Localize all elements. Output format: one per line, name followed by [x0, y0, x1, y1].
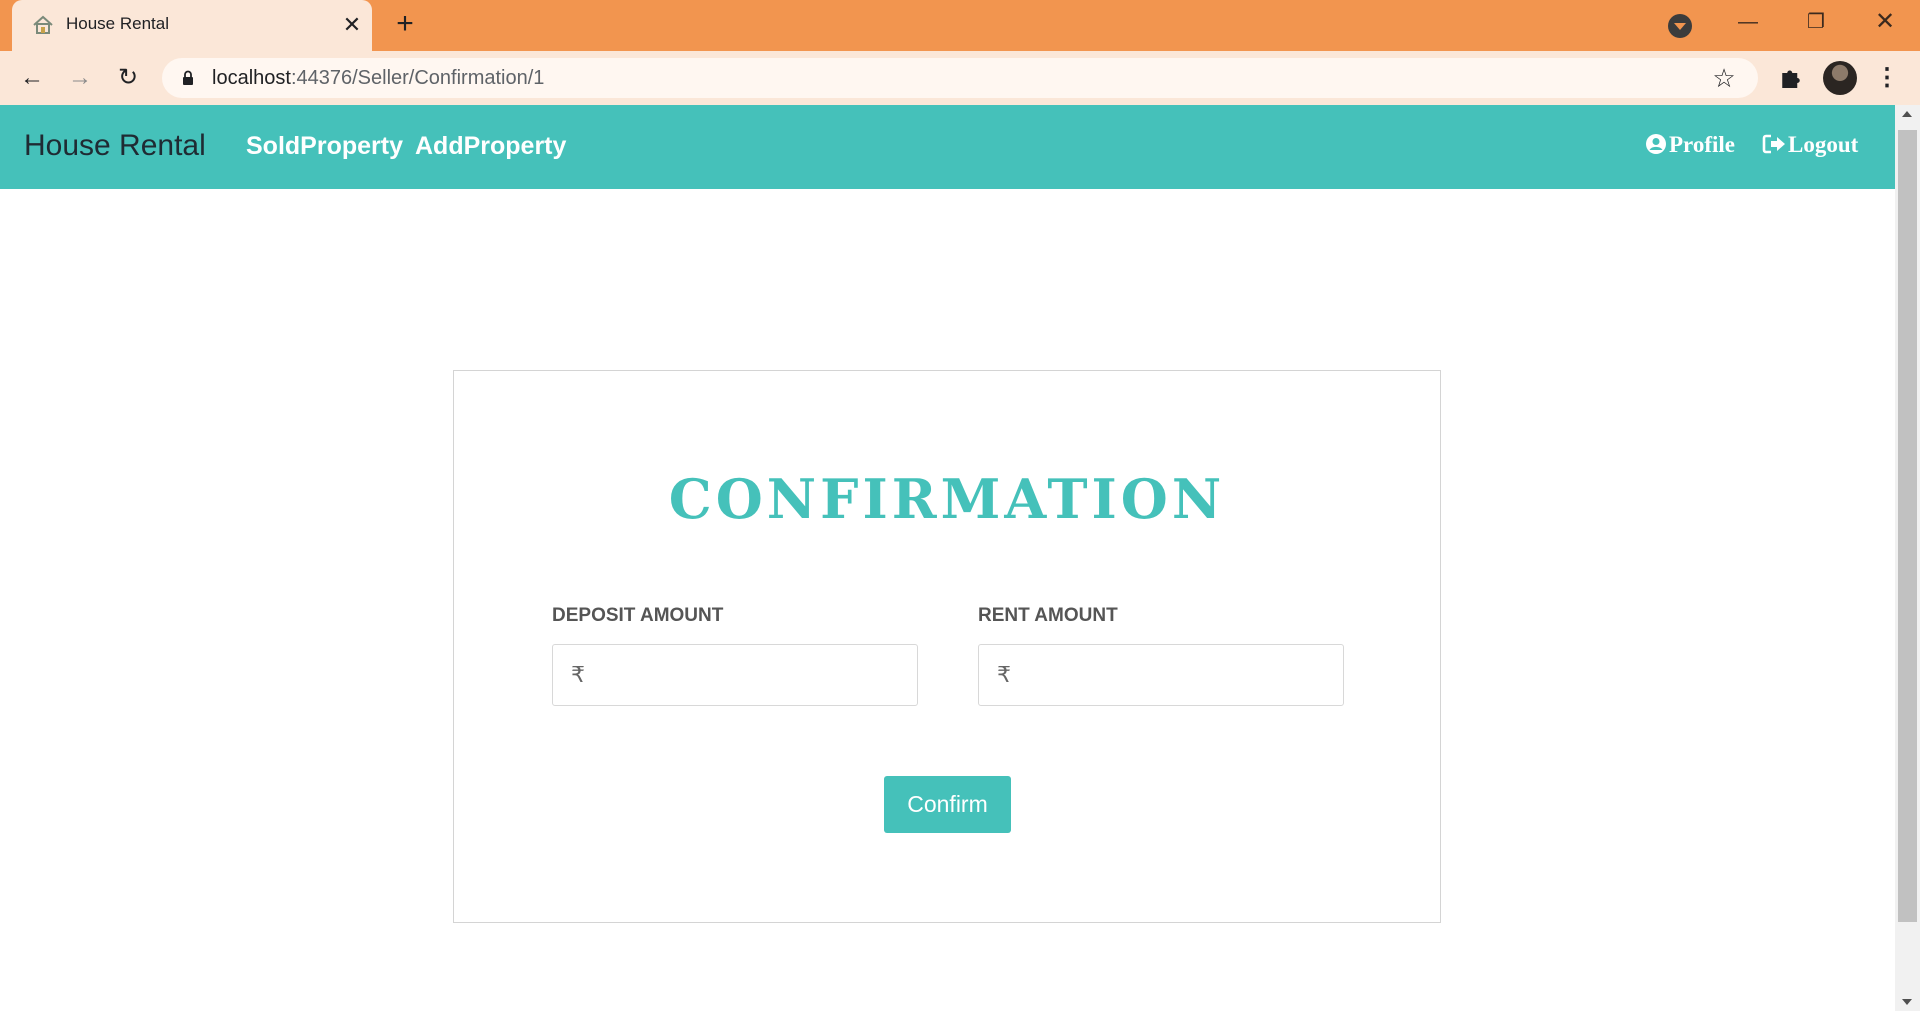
- rupee-icon: ₹: [571, 662, 585, 687]
- tab-title: House Rental: [66, 14, 170, 33]
- brand-logo[interactable]: House Rental: [24, 129, 206, 163]
- browser-tab-strip: House Rental ✕ + — ❐ ✕: [0, 0, 1920, 51]
- close-icon[interactable]: ✕: [337, 10, 367, 40]
- scroll-down-icon[interactable]: [1902, 999, 1912, 1005]
- user-circle-icon: [1646, 134, 1666, 154]
- lock-icon: [183, 70, 193, 85]
- avatar[interactable]: [1823, 61, 1857, 95]
- minimize-icon[interactable]: —: [1718, 0, 1778, 44]
- confirm-button[interactable]: Confirm: [884, 776, 1011, 833]
- scrollbar-thumb[interactable]: [1898, 130, 1917, 922]
- browser-tab[interactable]: House Rental ✕: [12, 0, 372, 51]
- tab-search-icon[interactable]: [1668, 14, 1692, 38]
- logout-label: Logout: [1788, 132, 1859, 157]
- page-viewport: House Rental SoldProperty AddProperty Pr…: [0, 105, 1920, 1011]
- url-path: :44376/Seller/Confirmation/1: [290, 67, 545, 89]
- nav-add-property[interactable]: AddProperty: [415, 132, 566, 161]
- page-title: CONFIRMATION: [668, 467, 1226, 531]
- house-favicon-icon: [33, 15, 53, 34]
- nav-profile[interactable]: Profile: [1645, 132, 1735, 158]
- url-host: localhost: [212, 67, 291, 89]
- nav-sold-property[interactable]: SoldProperty: [246, 132, 403, 161]
- plus-icon[interactable]: +: [390, 9, 420, 40]
- puzzle-icon[interactable]: [1776, 63, 1806, 93]
- rent-amount-field[interactable]: ₹: [978, 644, 1344, 706]
- scroll-up-icon[interactable]: [1902, 111, 1912, 117]
- arrow-right-icon[interactable]: →: [64, 62, 96, 94]
- rupee-icon: ₹: [997, 662, 1011, 687]
- url-text: localhost:44376/Seller/Confirmation/1: [212, 67, 544, 90]
- rent-amount-input[interactable]: [1025, 655, 1329, 697]
- nav-logout[interactable]: Logout: [1762, 132, 1858, 158]
- sign-out-icon: [1762, 134, 1785, 154]
- page-scrollbar[interactable]: [1895, 105, 1920, 1011]
- arrow-left-icon[interactable]: ←: [16, 62, 48, 94]
- browser-toolbar: ← → ↻ localhost:44376/Seller/Confirmatio…: [0, 51, 1920, 105]
- confirmation-card: CONFIRMATION DEPOSIT AMOUNT ₹ RENT AMOUN…: [453, 370, 1441, 923]
- window-close-icon[interactable]: ✕: [1855, 0, 1915, 44]
- reload-icon[interactable]: ↻: [112, 62, 144, 94]
- deposit-amount-label: DEPOSIT AMOUNT: [552, 605, 724, 626]
- deposit-amount-input[interactable]: [599, 655, 903, 697]
- star-icon[interactable]: ☆: [1710, 64, 1738, 92]
- kebab-menu-icon[interactable]: ⋮: [1872, 63, 1902, 93]
- maximize-icon[interactable]: ❐: [1786, 0, 1846, 44]
- deposit-amount-field[interactable]: ₹: [552, 644, 918, 706]
- address-bar[interactable]: localhost:44376/Seller/Confirmation/1 ☆: [162, 58, 1758, 98]
- profile-label: Profile: [1669, 132, 1735, 157]
- site-navbar: House Rental SoldProperty AddProperty Pr…: [0, 105, 1895, 189]
- rent-amount-label: RENT AMOUNT: [978, 605, 1118, 626]
